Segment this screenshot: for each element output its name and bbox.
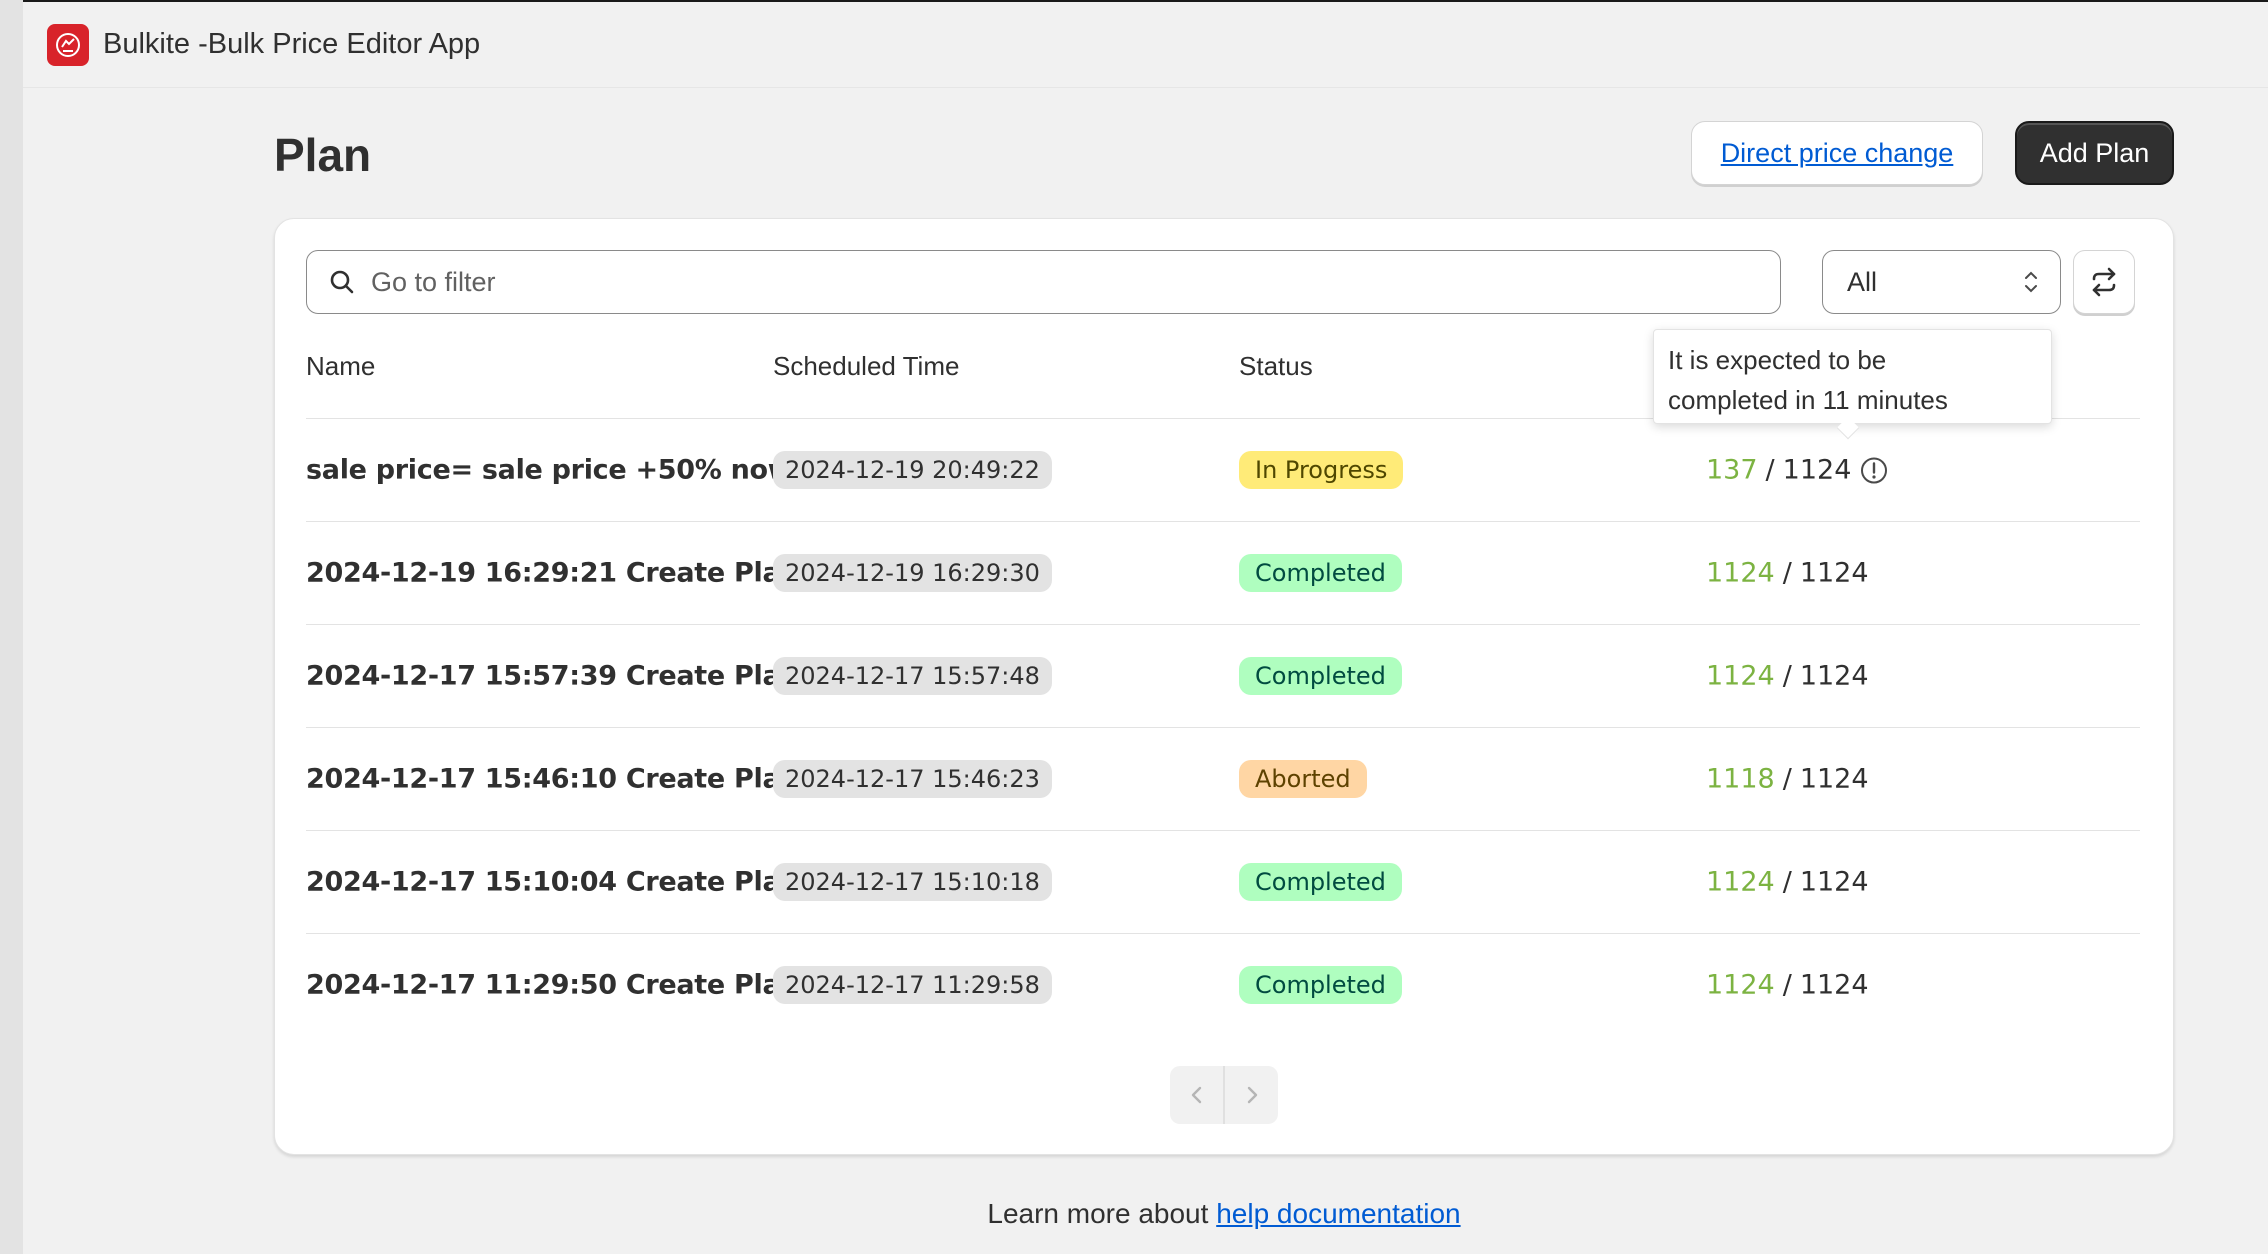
previous-page-button[interactable] [1170,1066,1223,1124]
chevron-left-icon [1191,1086,1201,1104]
progress-count: 1124 / 1124 [1706,970,1869,1001]
status-badge: Completed [1239,966,1402,1004]
status-select[interactable]: All [1822,250,2061,314]
column-header-scheduled-time: Scheduled Time [773,351,960,381]
status-badge: Completed [1239,554,1402,592]
tooltip-line-2: completed in 11 minutes [1668,385,1948,415]
progress-done: 137 [1706,454,1758,486]
progress-total: 1124 [1799,866,1869,898]
progress-count: 137 / 1124 [1706,455,1889,486]
plan-name: 2024-12-17 15:46:10 Create Plan [306,763,800,795]
column-header-name: Name [306,351,376,381]
plan-name: 2024-12-17 11:29:50 Create Plan [306,969,800,1001]
progress-separator: / [1782,969,1792,1001]
tooltip-line-1: It is expected to be [1668,345,1887,375]
add-plan-button[interactable]: Add Plan [2015,121,2174,185]
progress-count: 1124 / 1124 [1706,558,1869,589]
chevron-right-icon [1247,1086,1257,1104]
progress-done: 1118 [1706,763,1775,795]
plan-name: 2024-12-19 16:29:21 Create Plan [306,557,800,589]
progress-total: 1124 [1799,557,1869,589]
progress-separator: / [1765,454,1775,486]
status-badge: Aborted [1239,760,1367,798]
progress-total: 1124 [1782,454,1852,486]
scheduled-time-tag: 2024-12-17 11:29:58 [773,966,1052,1004]
progress-done: 1124 [1706,969,1775,1001]
progress-separator: / [1782,866,1792,898]
left-sidebar-strip [0,0,23,1254]
pagination [1170,1066,1278,1124]
app-title: Bulkite -Bulk Price Editor App [103,28,481,60]
table-row[interactable]: 2024-12-17 15:46:10 Create Plan 2024-12-… [306,727,2140,830]
progress-count: 1118 / 1124 [1706,764,1869,795]
scheduled-time-tag: 2024-12-17 15:57:48 [773,657,1052,695]
plan-name: 2024-12-17 15:57:39 Create Plan [306,660,800,692]
refresh-button[interactable] [2073,250,2135,314]
progress-separator: / [1782,557,1792,589]
search-icon [330,270,354,294]
table-row[interactable]: 2024-12-19 16:29:21 Create Plan 2024-12-… [306,521,2140,624]
direct-price-change-button[interactable]: Direct price change [1691,121,1983,185]
progress-separator: / [1782,763,1792,795]
status-badge: Completed [1239,863,1402,901]
table-row[interactable]: 2024-12-17 15:10:04 Create Plan 2024-12-… [306,830,2140,933]
search-input[interactable] [371,266,1751,298]
progress-done: 1124 [1706,660,1775,692]
footer: Learn more about help documentation [0,1198,2268,1230]
progress-total: 1124 [1799,969,1869,1001]
page-title: Plan [274,129,372,181]
next-page-button[interactable] [1225,1066,1278,1124]
table-row[interactable]: 2024-12-17 11:29:50 Create Plan 2024-12-… [306,933,2140,1036]
progress-count: 1124 / 1124 [1706,867,1869,898]
status-select-value: All [1847,266,1878,297]
progress-done: 1124 [1706,866,1775,898]
column-header-status: Status [1239,351,1313,381]
info-icon[interactable] [1859,455,1889,485]
progress-separator: / [1782,660,1792,692]
footer-text: Learn more about [987,1198,1209,1229]
plan-name: 2024-12-17 15:10:04 Create Plan [306,866,800,898]
table-row[interactable]: sale price= sale price +50% now 2024-12-… [306,418,2140,521]
scheduled-time-tag: 2024-12-17 15:10:18 [773,863,1052,901]
progress-tooltip: It is expected to be completed in 11 min… [1653,329,2052,424]
search-field[interactable] [306,250,1781,314]
status-badge: Completed [1239,657,1402,695]
bulkite-logo-icon [47,23,89,66]
app-header: Bulkite -Bulk Price Editor App [23,2,2268,88]
status-badge: In Progress [1239,451,1404,489]
scheduled-time-tag: 2024-12-19 20:49:22 [773,451,1052,489]
scheduled-time-tag: 2024-12-17 15:46:23 [773,760,1052,798]
scheduled-time-tag: 2024-12-19 16:29:30 [773,554,1052,592]
progress-count: 1124 / 1124 [1706,661,1869,692]
select-chevrons-icon [2025,271,2037,293]
table-row[interactable]: 2024-12-17 15:57:39 Create Plan 2024-12-… [306,624,2140,727]
plan-name: sale price= sale price +50% now [306,454,793,486]
help-documentation-link[interactable]: help documentation [1216,1198,1460,1229]
progress-total: 1124 [1799,763,1869,795]
progress-total: 1124 [1799,660,1869,692]
progress-done: 1124 [1706,557,1775,589]
refresh-icon [2092,267,2116,297]
